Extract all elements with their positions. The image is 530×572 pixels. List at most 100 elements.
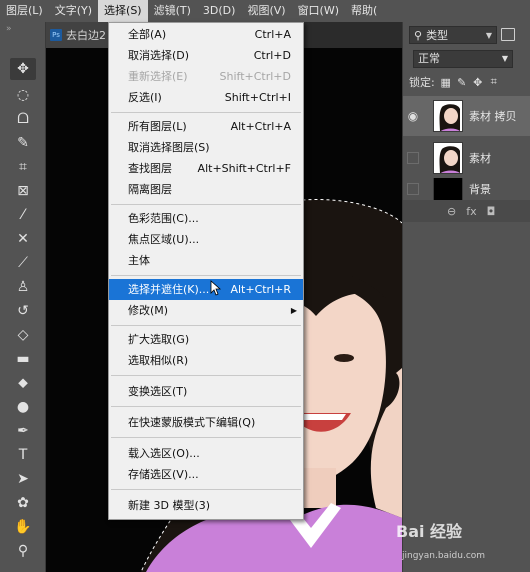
add-mask-icon[interactable]: ◘ xyxy=(487,205,496,218)
baidu-watermark: Bai 经验 xyxy=(396,522,463,541)
menu-item-new-3d-model[interactable]: 新建 3D 模型(3) xyxy=(109,495,303,516)
menu-separator xyxy=(111,437,301,438)
menu-type[interactable]: 文字(Y) xyxy=(49,0,98,22)
shape-tool-icon[interactable]: ✿ xyxy=(10,492,36,514)
menu-item-color-range[interactable]: 色彩范围(C)... xyxy=(109,208,303,229)
lock-row: 锁定: ▦ ✎ ✥ ⌗ xyxy=(409,74,499,90)
mouse-cursor-icon xyxy=(210,280,222,296)
history-brush-tool-icon[interactable]: ↺ xyxy=(10,300,36,322)
tools-panel: » ✥ ◌ ᗝ ✎ ⌗ ⊠ ⁄ ✕ ⟋ ♙ ↺ ◇ ▬ ⬥ ● ✒ T ➤ ✿ … xyxy=(0,22,46,572)
menu-window[interactable]: 窗口(W) xyxy=(292,0,345,22)
healing-brush-tool-icon[interactable]: ✕ xyxy=(10,228,36,250)
submenu-arrow-icon: ▶ xyxy=(290,306,297,315)
path-select-tool-icon[interactable]: ➤ xyxy=(10,468,36,490)
menu-item-transform-selection[interactable]: 变换选区(T) xyxy=(109,381,303,402)
chevron-down-icon: ▼ xyxy=(485,30,492,40)
menu-item-all[interactable]: 全部(A) Ctrl+A xyxy=(109,24,303,45)
menu-item-reselect: 重新选择(E) Shift+Ctrl+D xyxy=(128,70,291,83)
layer-name: 背景 xyxy=(469,183,491,196)
filter-label: 类型 xyxy=(426,29,449,42)
blend-mode-label: 正常 xyxy=(418,52,440,65)
marquee-tool-icon[interactable]: ◌ xyxy=(10,84,36,106)
menu-select[interactable]: 选择(S) xyxy=(98,0,148,22)
menu-item-grow[interactable]: 扩大选取(G) xyxy=(109,329,303,350)
visibility-toggle[interactable] xyxy=(407,152,419,164)
gradient-tool-icon[interactable]: ▬ xyxy=(10,348,36,370)
layer-row[interactable]: ◉ 素材 拷贝 xyxy=(403,96,530,136)
layer-thumbnail xyxy=(433,100,463,132)
blend-mode-dropdown[interactable]: 正常 ▼ xyxy=(413,50,513,68)
brush-tool-icon[interactable]: ⟋ xyxy=(10,252,36,274)
menu-separator xyxy=(111,406,301,407)
document-title: 去白边2 xyxy=(66,29,106,42)
visibility-toggle[interactable] xyxy=(407,183,419,195)
hand-tool-icon[interactable]: ✋ xyxy=(10,516,36,538)
menu-item-find-layers[interactable]: 查找图层 Alt+Shift+Ctrl+F xyxy=(109,158,303,179)
image-filter-icon[interactable] xyxy=(501,28,515,41)
layer-thumb-image xyxy=(439,104,461,131)
chevron-down-icon: ▼ xyxy=(501,54,508,63)
stamp-tool-icon[interactable]: ♙ xyxy=(10,276,36,298)
ps-file-icon: Ps xyxy=(50,29,62,41)
quick-select-tool-icon[interactable]: ✎ xyxy=(10,132,36,154)
dodge-tool-icon[interactable]: ● xyxy=(10,396,36,418)
eyedropper-tool-icon[interactable]: ⁄ xyxy=(10,204,36,226)
search-icon: ⚲ xyxy=(414,28,423,42)
menu-filter[interactable]: 滤镜(T) xyxy=(148,0,197,22)
lock-transparent-icon[interactable]: ▦ xyxy=(441,76,451,89)
menu-separator xyxy=(111,375,301,376)
menu-item-deselect-layers[interactable]: 取消选择图层(S) xyxy=(109,137,303,158)
lock-position-icon[interactable]: ✥ xyxy=(473,76,483,89)
lock-label: 锁定: xyxy=(409,76,435,89)
panel-grip-icon[interactable]: » xyxy=(0,22,45,36)
frame-tool-icon[interactable]: ⊠ xyxy=(10,180,36,202)
layer-filter-dropdown[interactable]: ⚲ 类型 ▼ xyxy=(409,26,497,44)
menu-item-all-layers[interactable]: 所有图层(L) Alt+Ctrl+A xyxy=(109,116,303,137)
menu-item-inverse[interactable]: 反选(I) Shift+Ctrl+I xyxy=(109,87,303,108)
watermark-url: jingyan.baidu.com xyxy=(402,551,486,561)
menu-separator xyxy=(111,489,301,490)
eye-icon[interactable]: ◉ xyxy=(403,109,423,123)
lock-paint-icon[interactable]: ✎ xyxy=(457,76,467,89)
link-layers-icon[interactable]: ⊖ xyxy=(447,205,456,218)
layer-thumbnail xyxy=(433,178,463,200)
blur-tool-icon[interactable]: ⬥ xyxy=(10,372,36,394)
menu-separator xyxy=(111,275,301,276)
lasso-tool-icon[interactable]: ᗝ xyxy=(10,108,36,130)
menu-item-isolate-layers[interactable]: 隔离图层 xyxy=(109,179,303,200)
fx-button[interactable]: fx xyxy=(466,205,476,218)
layers-panel-footer: ⊖ fx ◘ xyxy=(403,200,530,222)
menu-item-modify[interactable]: 修改(M) ▶ xyxy=(109,300,303,321)
lock-artboard-icon[interactable]: ⌗ xyxy=(489,75,499,88)
menu-separator xyxy=(111,325,301,326)
zoom-tool-icon[interactable]: ⚲ xyxy=(10,540,36,562)
menu-item-select-and-mask[interactable]: 选择并遮住(K)... Alt+Ctrl+R xyxy=(109,279,303,300)
eraser-tool-icon[interactable]: ◇ xyxy=(10,324,36,346)
menu-item-deselect[interactable]: 取消选择(D) Ctrl+D xyxy=(109,45,303,66)
menu-help[interactable]: 帮助( xyxy=(345,0,383,22)
menu-item-quick-mask[interactable]: 在快速蒙版模式下编辑(Q) xyxy=(109,412,303,433)
menu-separator xyxy=(111,204,301,205)
menu-item-save-selection[interactable]: 存储选区(V)... xyxy=(109,464,303,485)
menu-separator xyxy=(111,112,301,113)
layer-row[interactable]: 背景 xyxy=(403,178,530,200)
select-dropdown-menu: 全部(A) Ctrl+A 取消选择(D) Ctrl+D 重新选择(E) Shift+C… xyxy=(108,22,304,520)
move-tool-icon[interactable]: ✥ xyxy=(10,58,36,80)
menu-item-subject[interactable]: 主体 xyxy=(109,250,303,271)
layer-name: 素材 xyxy=(469,152,491,165)
menu-item-focus-area[interactable]: 焦点区域(U)... xyxy=(109,229,303,250)
layer-row[interactable]: 素材 xyxy=(403,138,530,178)
type-tool-icon[interactable]: T xyxy=(10,444,36,466)
layer-name: 素材 拷贝 xyxy=(469,110,517,123)
pen-tool-icon[interactable]: ✒ xyxy=(10,420,36,442)
layer-thumb-image xyxy=(439,146,461,173)
layer-thumbnail xyxy=(433,142,463,174)
menu-layer[interactable]: 图层(L) xyxy=(0,0,49,22)
menu-view[interactable]: 视图(V) xyxy=(241,0,291,22)
document-tab[interactable]: Ps 去白边2 xyxy=(46,22,108,48)
menu-item-similar[interactable]: 选取相似(R) xyxy=(109,350,303,371)
crop-tool-icon[interactable]: ⌗ xyxy=(10,156,36,178)
menu-bar: 图层(L) 文字(Y) 选择(S) 滤镜(T) 3D(D) 视图(V) 窗口(W… xyxy=(0,0,530,22)
menu-3d[interactable]: 3D(D) xyxy=(197,0,242,22)
menu-item-load-selection[interactable]: 载入选区(O)... xyxy=(109,443,303,464)
